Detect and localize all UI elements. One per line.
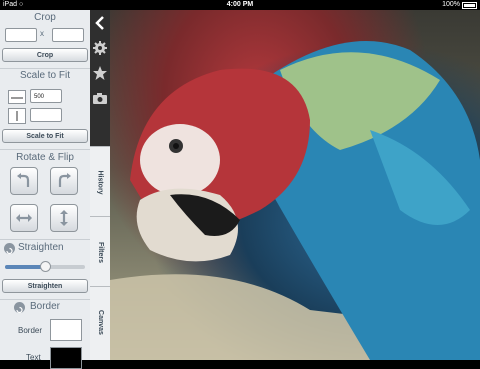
- tools-panel: Crop x Crop Scale to Fit 500 Scale to Fi…: [0, 10, 91, 369]
- straighten-title: Straighten: [18, 242, 64, 253]
- divider: [0, 239, 90, 240]
- reset-straighten-icon[interactable]: [4, 243, 15, 255]
- gear-icon[interactable]: [92, 40, 108, 56]
- status-bar: iPad ○ 4:00 PM 100%: [0, 0, 480, 10]
- crop-width-input[interactable]: [5, 28, 37, 42]
- flip-horizontal-button[interactable]: [10, 204, 38, 232]
- camera-icon[interactable]: [92, 90, 108, 106]
- rotate-left-icon: [17, 173, 30, 187]
- crop-height-input[interactable]: [52, 28, 84, 42]
- scale-width-input[interactable]: 500: [30, 89, 62, 103]
- flip-vertical-icon: [60, 210, 68, 226]
- straighten-slider-thumb[interactable]: [39, 261, 51, 272]
- back-chevron-icon[interactable]: [92, 15, 108, 31]
- border-title: Border: [30, 301, 61, 312]
- rotate-right-icon: [58, 173, 71, 187]
- tab-filters-label: Filters: [96, 241, 104, 263]
- text-color-swatch[interactable]: [50, 347, 82, 369]
- border-color-swatch[interactable]: [50, 319, 82, 341]
- rotate-title: Rotate & Flip: [16, 152, 74, 163]
- tab-canvas-label: Canvas: [96, 309, 104, 335]
- divider: [0, 68, 90, 69]
- crop-title: Crop: [34, 12, 56, 23]
- border-color-label: Border: [18, 326, 43, 335]
- rotate-right-button[interactable]: [50, 167, 78, 195]
- battery-icon: [462, 1, 477, 9]
- scale-height-icon: [8, 108, 26, 124]
- straighten-button[interactable]: Straighten: [2, 279, 88, 293]
- scale-title: Scale to Fit: [19, 70, 71, 81]
- tab-canvas[interactable]: Canvas: [90, 286, 110, 357]
- tab-history-label: History: [96, 169, 104, 195]
- scale-height-input[interactable]: [30, 108, 62, 122]
- divider: [0, 299, 90, 300]
- star-icon[interactable]: [92, 65, 108, 81]
- crop-button[interactable]: Crop: [2, 48, 88, 62]
- divider: [0, 149, 90, 150]
- scale-to-fit-button[interactable]: Scale to Fit: [2, 129, 88, 143]
- scale-width-icon: [8, 90, 26, 104]
- flip-horizontal-icon: [16, 214, 32, 222]
- crop-separator: x: [40, 29, 44, 38]
- battery-text: 100%: [442, 1, 460, 8]
- clock: 4:00 PM: [226, 1, 254, 8]
- photo-canvas[interactable]: [110, 10, 480, 360]
- side-tabs: History Filters Canvas: [90, 146, 110, 360]
- reset-border-icon[interactable]: [14, 302, 25, 314]
- tab-history[interactable]: History: [90, 146, 110, 217]
- rotate-left-button[interactable]: [10, 167, 38, 195]
- tab-filters[interactable]: Filters: [90, 216, 110, 287]
- text-color-label: Text: [26, 353, 41, 362]
- flip-vertical-button[interactable]: [50, 204, 78, 232]
- battery-indicator: 100%: [442, 0, 477, 10]
- parrot-image: [110, 41, 480, 360]
- straighten-slider[interactable]: [5, 261, 85, 272]
